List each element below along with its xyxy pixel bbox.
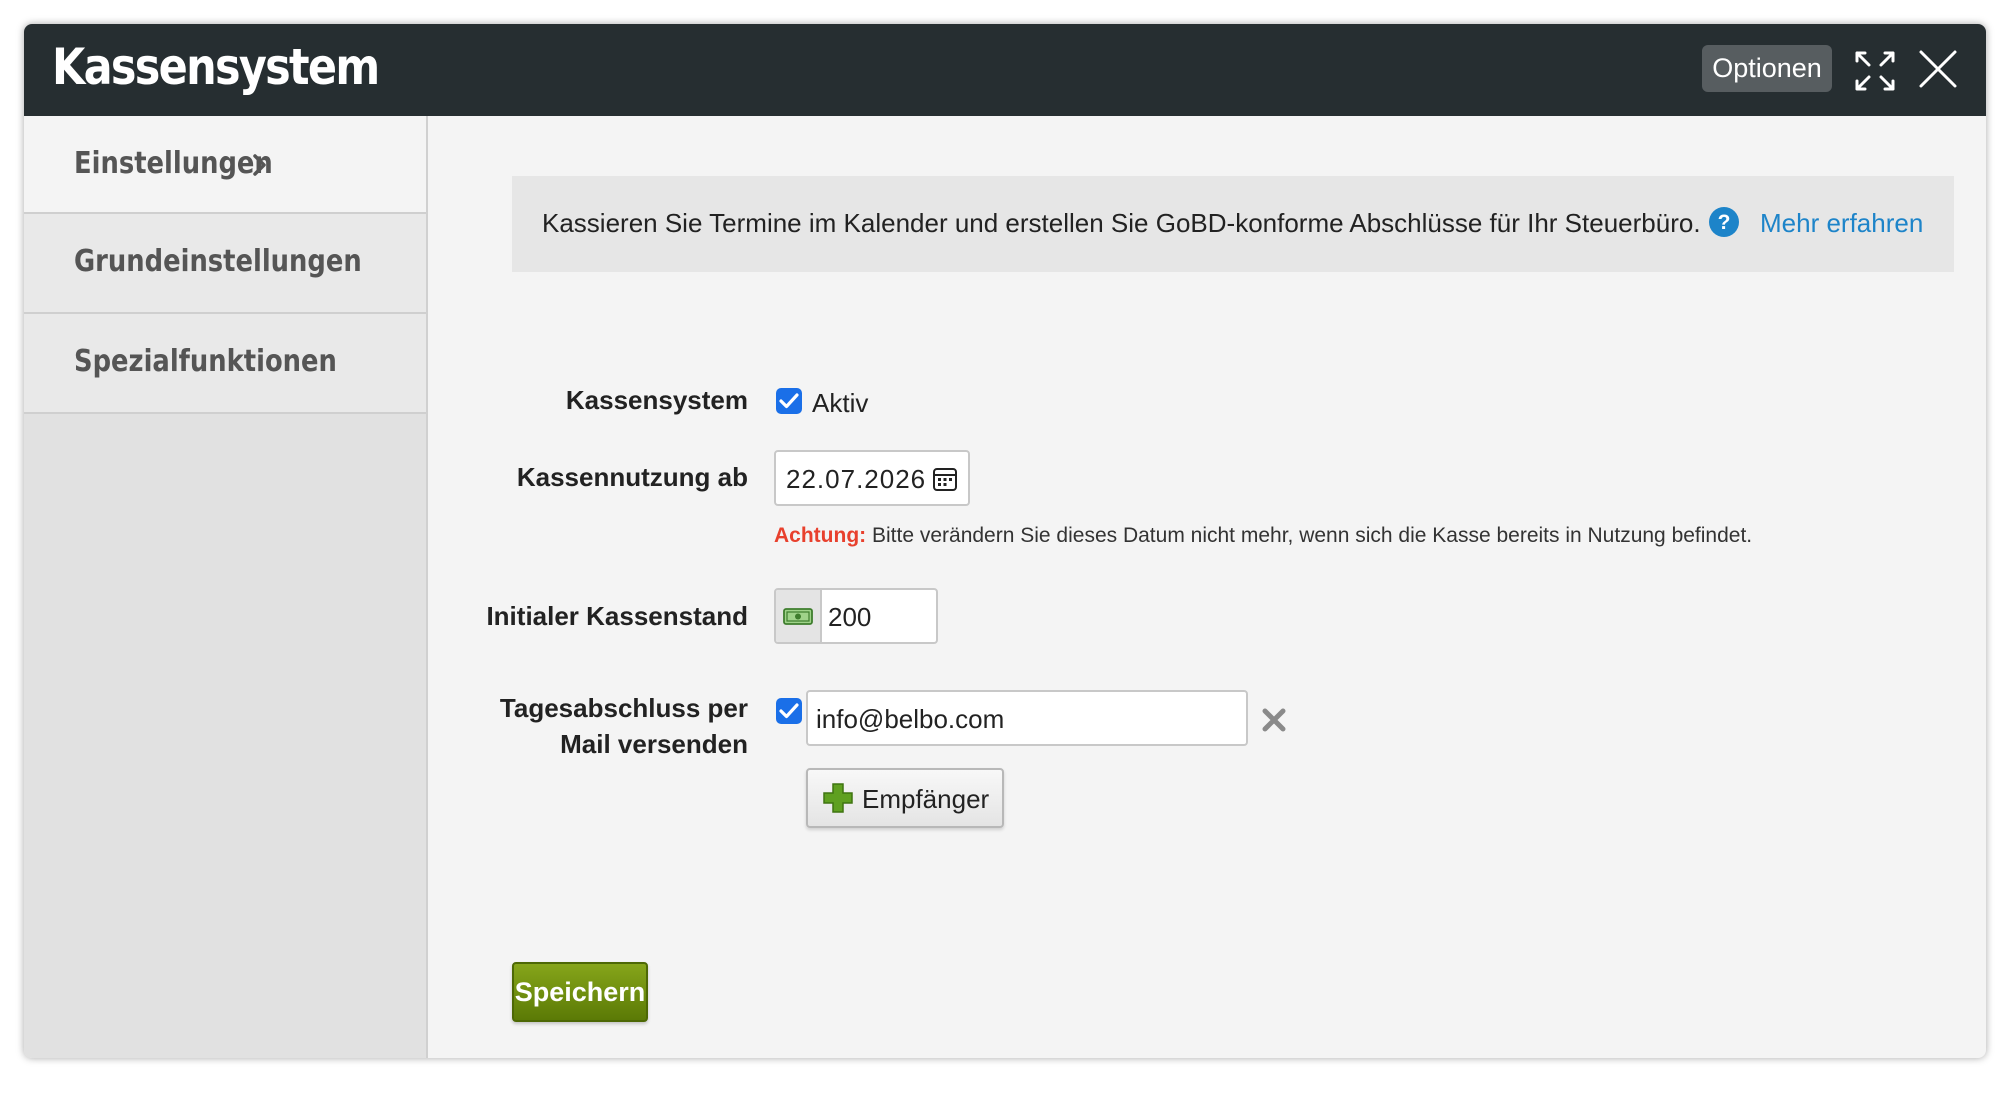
close-icon[interactable]	[1917, 48, 1959, 90]
sidebar-item-label: Spezialfunktionen	[74, 344, 337, 379]
email-value: info@belbo.com	[816, 704, 1005, 734]
calendar-icon[interactable]	[932, 466, 958, 492]
banknote-icon	[783, 608, 813, 625]
remove-x-icon[interactable]	[1260, 706, 1288, 734]
kassensystem-label: Kassensystem	[565, 385, 748, 415]
chevron-right-icon	[253, 154, 266, 176]
money-addon	[776, 590, 822, 642]
sidebar-item-spezialfunktionen[interactable]: Spezialfunktionen	[24, 314, 426, 414]
kassenstand-input[interactable]: 200	[774, 588, 938, 644]
info-text: Kassieren Sie Termine im Kalender und er…	[542, 208, 1701, 238]
expand-icon[interactable]	[1854, 50, 1896, 92]
add-recipient-label: Empfänger	[862, 784, 990, 814]
kassennutzung-label: Kassennutzung ab	[516, 462, 748, 492]
plus-icon	[823, 783, 853, 813]
window-title: Kassensystem	[52, 38, 380, 96]
sidebar-item-grundeinstellungen[interactable]: Grundeinstellungen	[24, 214, 426, 314]
title-bar: Kassensystem Optionen	[24, 24, 1986, 116]
kassensystem-checkbox[interactable]	[776, 388, 802, 414]
kassenstand-value: 200	[828, 602, 872, 632]
tagesabschluss-label: Tagesabschluss per Mail versenden	[500, 690, 748, 762]
more-info-link[interactable]: Mehr erfahren	[1760, 208, 1923, 239]
date-warning: Achtung: Bitte verändern Sie dieses Datu…	[774, 524, 1752, 548]
app-window: Kassensystem Optionen Einstellungen Grun…	[24, 24, 1986, 1058]
sidebar-item-einstellungen[interactable]: Einstellungen	[24, 116, 426, 214]
options-button[interactable]: Optionen	[1702, 45, 1832, 92]
info-banner: Kassieren Sie Termine im Kalender und er…	[512, 176, 1954, 272]
kassenstand-label: Initialer Kassenstand	[486, 601, 748, 631]
save-button[interactable]: Speichern	[512, 962, 648, 1022]
tagesabschluss-label-line1: Tagesabschluss per	[499, 693, 748, 723]
sidebar: Einstellungen Grundeinstellungen Spezial…	[24, 116, 428, 1058]
sidebar-item-label: Einstellungen	[74, 146, 273, 181]
kassensystem-active-label: Aktiv	[812, 388, 869, 418]
tagesabschluss-checkbox[interactable]	[776, 698, 802, 724]
svg-text:?: ?	[1718, 211, 1731, 234]
date-value: 22.07.2026	[786, 464, 927, 494]
main-content: Kassieren Sie Termine im Kalender und er…	[428, 116, 1986, 1058]
add-recipient-button[interactable]: Empfänger	[806, 768, 1004, 828]
kassennutzung-date-input[interactable]: 22.07.2026	[774, 450, 970, 506]
tagesabschluss-label-line2: Mail versenden	[560, 729, 748, 759]
email-recipient-input[interactable]: info@belbo.com	[806, 690, 1248, 746]
help-circle-icon[interactable]: ?	[1708, 206, 1740, 238]
warning-text: Bitte verändern Sie dieses Datum nicht m…	[866, 524, 1753, 547]
sidebar-item-label: Grundeinstellungen	[74, 244, 362, 279]
warning-prefix: Achtung:	[774, 524, 867, 547]
